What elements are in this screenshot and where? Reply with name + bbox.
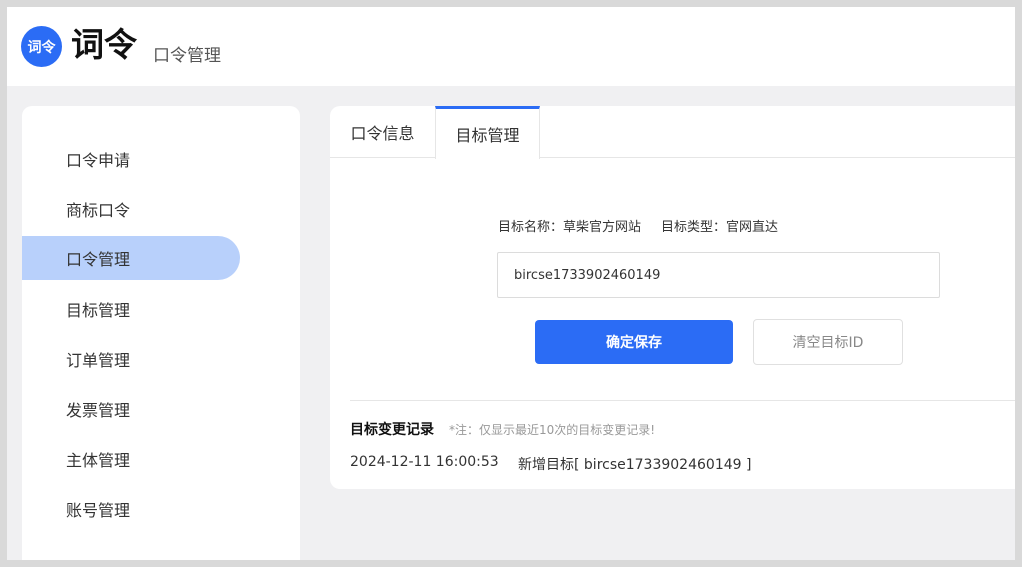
target-type-value: 官网直达 [726,220,779,235]
sidebar-item-target-management[interactable]: 目标管理 [22,287,240,331]
tab-token-info[interactable]: 口令信息 [330,106,435,158]
history-record-desc: 新增目标[ bircse1733902460149 ] [518,457,752,473]
clear-target-id-button[interactable]: 清空目标ID [753,319,903,365]
brand-name: 词令 [71,25,137,64]
target-name-value: 草柴官方网站 [563,220,642,235]
sidebar-item-entity-management[interactable]: 主体管理 [22,437,240,481]
app-frame: 词令 词令 口令管理 口令申请 商标口令 口令管理 目标管理 订单管理 发票管理… [7,7,1015,560]
history-note: *注：仅显示最近10次的目标变更记录! [449,423,656,437]
header: 词令 词令 口令管理 [7,7,1015,86]
target-name-label: 目标名称： [498,220,564,235]
logo-badge: 词令 [21,26,62,67]
tab-bar: 口令信息 目标管理 [330,106,1015,159]
divider [350,400,1015,401]
sidebar-item-trademark-token[interactable]: 商标口令 [22,187,240,231]
sidebar-item-token-apply[interactable]: 口令申请 [22,137,240,181]
tab-target-management[interactable]: 目标管理 [435,106,540,159]
history-record-time: 2024-12-11 16:00:53 [350,454,499,470]
sidebar-item-invoice-management[interactable]: 发票管理 [22,387,240,431]
sidebar-item-token-management[interactable]: 口令管理 [22,236,240,280]
sidebar-item-account-management[interactable]: 账号管理 [22,487,240,531]
target-meta: 目标名称： 草柴官方网站 目标类型： 官网直达 [498,216,778,235]
sidebar: 口令申请 商标口令 口令管理 目标管理 订单管理 发票管理 主体管理 账号管理 [22,106,300,560]
confirm-save-button[interactable]: 确定保存 [535,320,733,364]
target-type-label: 目标类型： [661,220,727,235]
page-title: 口令管理 [153,46,221,66]
main-panel: 口令信息 目标管理 目标名称： 草柴官方网站 目标类型： 官网直达 确定保存 清… [330,106,1015,489]
sidebar-item-order-management[interactable]: 订单管理 [22,337,240,381]
target-id-input[interactable] [497,252,940,298]
history-title: 目标变更记录 [350,422,434,438]
